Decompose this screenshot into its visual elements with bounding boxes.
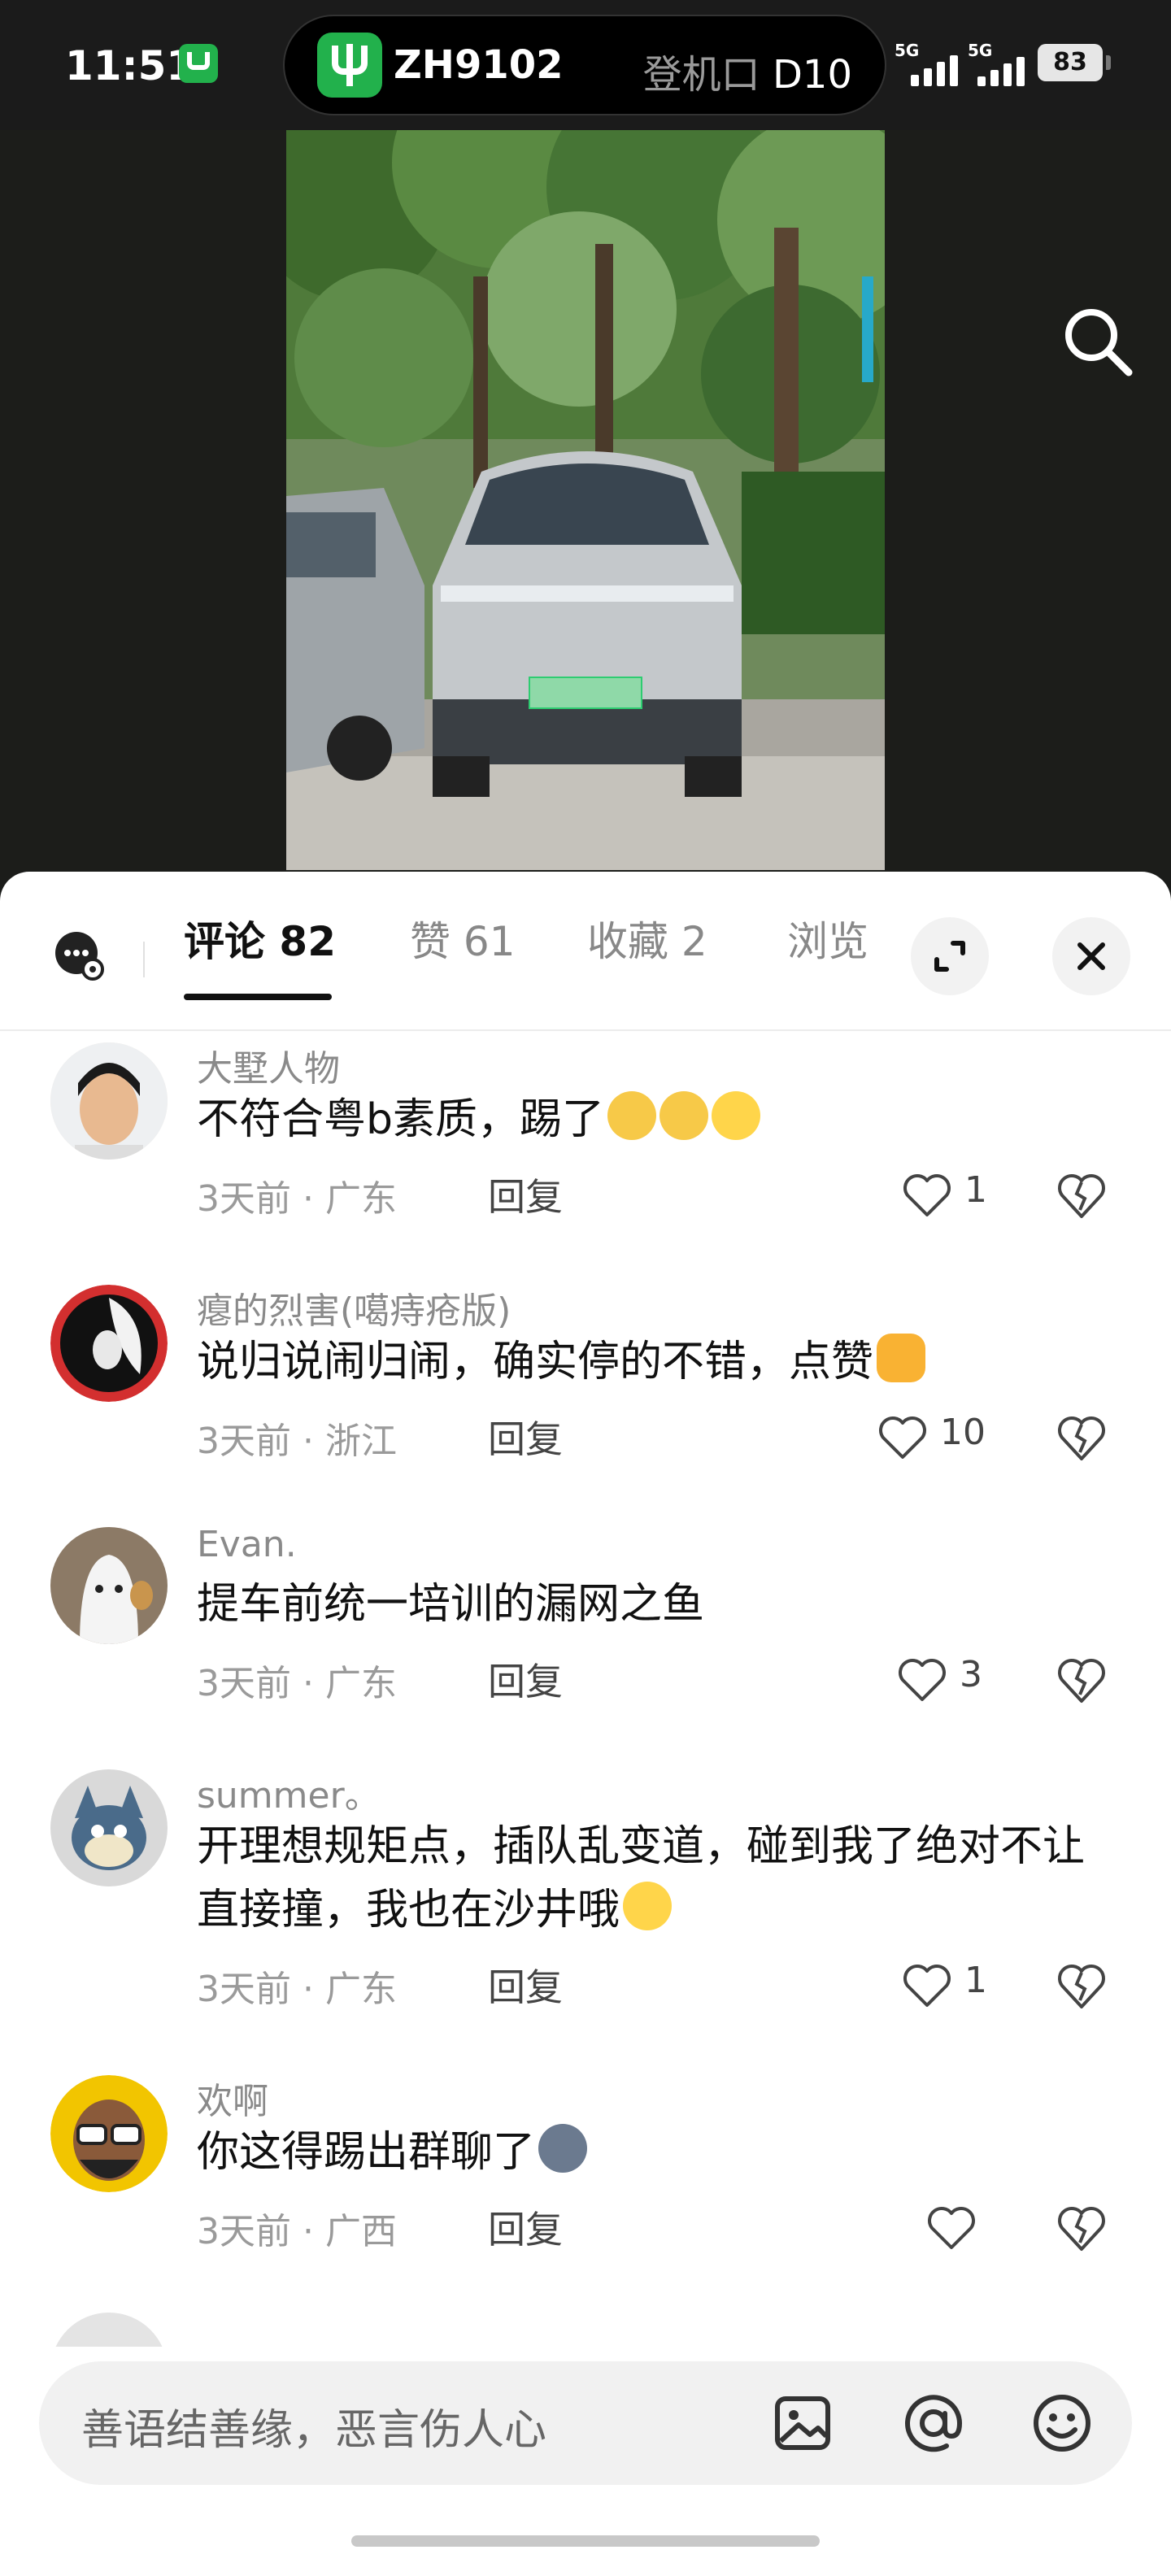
tab-views[interactable]: 浏览 (787, 909, 868, 968)
thinking-emoji-icon (712, 1091, 761, 1140)
avatar[interactable] (50, 1042, 168, 1160)
like-count: 10 (940, 1412, 986, 1453)
comment-text: 不符合粤b素质，踢了 (197, 1088, 1116, 1151)
comment-list[interactable]: 大墅人物 不符合粤b素质，踢了 3天前 · 广东 回复 1 瘪的烈害(噶痔疮版)… (0, 1029, 1171, 2347)
comment-tab-bar: 评论 82 赞 61 收藏 2 浏览 (0, 872, 1171, 1031)
chat-bubble-icon[interactable] (54, 930, 106, 982)
username[interactable]: summer。 (197, 1766, 381, 1818)
comment-meta: 3天前 · 广东 (197, 1969, 397, 2010)
emoji-icon[interactable] (1030, 2391, 1095, 2456)
close-button[interactable] (1052, 917, 1130, 995)
heart-icon[interactable] (878, 1415, 927, 1460)
dog-emoji-icon (660, 1091, 709, 1140)
gate-info: 登机口 D10 (643, 42, 852, 99)
heart-icon[interactable] (903, 1963, 951, 2008)
grinning-emoji-icon (623, 1882, 673, 1930)
avatar[interactable] (50, 1285, 168, 1402)
expand-button[interactable] (911, 917, 989, 995)
network-label: 5G (968, 41, 993, 60)
tab-comments[interactable]: 评论 82 (184, 909, 336, 968)
broken-heart-icon[interactable] (1056, 1413, 1108, 1462)
username[interactable]: 大墅人物 (197, 1039, 340, 1091)
reply-button[interactable]: 回复 (488, 2200, 563, 2254)
car-photo[interactable] (286, 130, 885, 870)
network-label: 5G (895, 41, 920, 60)
heart-icon[interactable] (903, 1173, 951, 1218)
tab-favorites[interactable]: 收藏 2 (587, 909, 707, 968)
like-count: 1 (964, 1960, 987, 2001)
airline-app-icon (179, 44, 218, 83)
avatar[interactable] (50, 2075, 168, 2192)
gate-number: D10 (772, 52, 852, 98)
broken-heart-icon[interactable] (1056, 1171, 1108, 1220)
search-icon[interactable] (1057, 301, 1138, 382)
image-icon[interactable] (771, 2391, 836, 2456)
comment-text: 提车前统一培训的漏网之鱼 (197, 1580, 705, 1629)
post-media-area[interactable] (0, 130, 1171, 870)
comment-meta: 3天前 · 广东 (197, 1178, 397, 1220)
signal-icon: 5G (895, 41, 964, 86)
close-icon (1077, 942, 1105, 970)
flight-number: ZH9102 (394, 42, 564, 88)
comment-meta: 3天前 · 浙江 (197, 1421, 397, 1462)
reply-button[interactable]: 回复 (488, 1958, 563, 2012)
username[interactable]: 欢啊 (197, 2072, 268, 2124)
signal-icon: 5G (968, 41, 1038, 86)
broken-heart-icon[interactable] (1056, 2204, 1108, 2252)
husky-emoji-icon (538, 2124, 588, 2173)
comment-text: 开理想规矩点，插队乱变道，碰到我了绝对不让直接撞，我也在沙井哦 (197, 1822, 1086, 1934)
avatar[interactable] (50, 1769, 168, 1886)
broken-heart-icon[interactable] (1056, 1656, 1108, 1704)
avatar[interactable] (50, 2313, 168, 2347)
tab-likes[interactable]: 赞 61 (410, 909, 516, 968)
home-indicator[interactable] (351, 2535, 820, 2547)
battery-icon: 83 (1038, 44, 1111, 81)
airline-app-icon (317, 33, 382, 98)
broken-heart-icon[interactable] (1056, 1961, 1108, 2010)
username[interactable]: 瘪的烈害(噶痔疮版) (197, 1281, 511, 1334)
avatar[interactable] (50, 1527, 168, 1644)
username[interactable]: Evan. (197, 1524, 297, 1565)
like-count: 3 (960, 1654, 982, 1695)
comment-text: 说归说闹归闹，确实停的不错，点赞 (197, 1330, 1116, 1394)
at-mention-icon[interactable] (901, 2391, 966, 2456)
comment-meta: 3天前 · 广西 (197, 2211, 397, 2252)
comment-meta: 3天前 · 广东 (197, 1663, 397, 1704)
active-tab-indicator (184, 994, 332, 1000)
heart-icon[interactable] (898, 1657, 947, 1703)
thumbs-up-emoji-icon (877, 1334, 926, 1382)
expand-icon (934, 941, 965, 972)
heart-icon[interactable] (927, 2205, 976, 2251)
status-bar: 11:51 ZH9102 登机口 D10 5G 5G 83 (0, 0, 1171, 130)
reply-button[interactable]: 回复 (488, 1168, 563, 1221)
dog-emoji-icon (607, 1091, 657, 1140)
reply-button[interactable]: 回复 (488, 1652, 563, 1706)
gate-label: 登机口 (642, 52, 760, 98)
divider (143, 942, 145, 977)
comment-text: 你这得踢出群聊了 (197, 2121, 1116, 2184)
like-count: 1 (964, 1169, 987, 1211)
live-activity-island[interactable]: ZH9102 登机口 D10 (283, 15, 886, 115)
reply-button[interactable]: 回复 (488, 1410, 563, 1464)
comment-input-bar[interactable]: 善语结善缘，恶言伤人心 (39, 2361, 1132, 2485)
comment-input[interactable]: 善语结善缘，恶言伤人心 (81, 2395, 546, 2456)
comment-sheet: 评论 82 赞 61 收藏 2 浏览 大墅人物 不符合粤b素质，踢了 3天前 ·… (0, 872, 1171, 2576)
status-time: 11:51 (65, 42, 195, 89)
